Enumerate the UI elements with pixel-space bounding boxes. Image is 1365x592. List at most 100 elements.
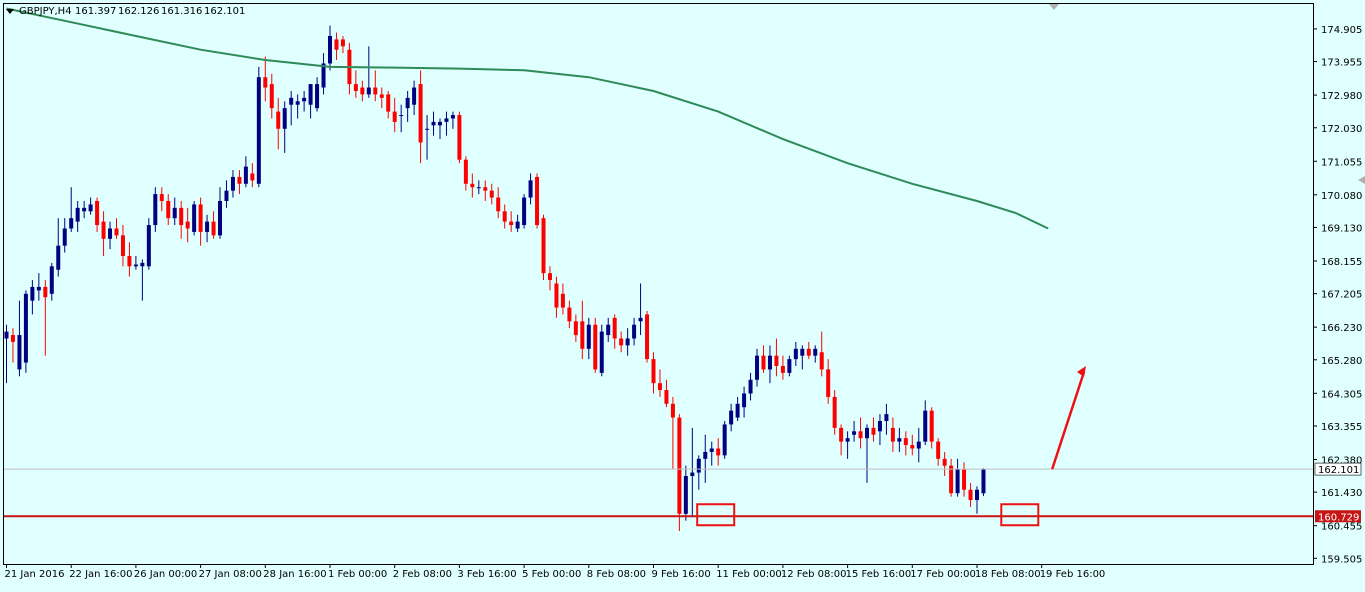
candle-body xyxy=(425,128,430,130)
y-tick-label: 170.080 xyxy=(1321,191,1362,202)
x-tick-label: 3 Feb 16:00 xyxy=(457,569,516,580)
candle xyxy=(981,468,986,497)
candle-body xyxy=(444,118,449,122)
candle-body xyxy=(237,176,242,184)
x-tick-label: 11 Feb 00:00 xyxy=(716,569,782,580)
candle-body xyxy=(282,108,287,129)
candle-body xyxy=(819,352,824,370)
candle-body xyxy=(114,228,119,236)
candle-body xyxy=(166,200,171,219)
candle-body xyxy=(962,469,967,490)
candle-body xyxy=(379,94,384,98)
candle-body xyxy=(560,293,565,308)
candle-body xyxy=(923,410,928,442)
support-level-label: 160.729 xyxy=(1318,512,1359,523)
x-tick-label: 18 Feb 08:00 xyxy=(975,569,1041,580)
candle-body xyxy=(612,317,617,339)
candle-body xyxy=(23,293,28,363)
candle-body xyxy=(813,348,818,356)
candle-body xyxy=(250,173,255,181)
candle-body xyxy=(709,448,714,452)
candle-body xyxy=(10,335,15,342)
candle-body xyxy=(399,115,404,117)
candle-body xyxy=(4,331,9,339)
candle-body xyxy=(146,225,151,267)
candle xyxy=(677,414,682,531)
candle-body xyxy=(211,221,216,236)
y-tick-label: 172.030 xyxy=(1321,124,1362,135)
candle-body xyxy=(606,324,611,336)
candle-body xyxy=(897,438,902,442)
ohlc-low: 161.316 xyxy=(161,6,202,17)
candle-body xyxy=(179,207,184,226)
candle-body xyxy=(573,321,578,336)
candle-body xyxy=(800,348,805,356)
candle-body xyxy=(17,335,22,370)
candle-body xyxy=(884,414,889,421)
candle-body xyxy=(651,359,656,384)
y-tick-label: 174.905 xyxy=(1321,25,1362,36)
candle-body xyxy=(645,314,650,360)
candle-body xyxy=(580,321,585,349)
y-tick-label: 169.130 xyxy=(1321,223,1362,234)
candle-body xyxy=(515,221,520,229)
price-chart[interactable]: 174.905 173.955 172.980 172.030 171.055 170.0… xyxy=(0,0,1365,588)
y-tick-label: 163.355 xyxy=(1321,422,1362,433)
current-price-label: 162.101 xyxy=(1318,465,1359,476)
candle-body xyxy=(767,355,772,370)
y-tick-label: 165.280 xyxy=(1321,356,1362,367)
candle-body xyxy=(198,204,203,232)
y-tick-label: 173.955 xyxy=(1321,58,1362,69)
candle-body xyxy=(340,39,345,47)
candle-body xyxy=(826,369,831,397)
x-tick-label: 27 Jan 08:00 xyxy=(199,569,262,580)
candle-body xyxy=(774,355,779,366)
x-tick-label: 8 Feb 08:00 xyxy=(587,569,646,580)
candle-body xyxy=(975,489,979,501)
y-tick-label: 161.430 xyxy=(1321,488,1362,499)
candle xyxy=(23,290,28,373)
candle-body xyxy=(224,190,229,201)
candle-body xyxy=(845,438,850,442)
candle-body xyxy=(670,403,675,418)
y-tick-label: 167.205 xyxy=(1321,290,1362,301)
candle-body xyxy=(677,417,682,514)
candle xyxy=(599,324,604,377)
candle-body xyxy=(457,115,462,160)
candle xyxy=(256,66,261,188)
candle-body xyxy=(755,355,760,380)
candle-body xyxy=(489,190,494,198)
candle-body xyxy=(839,427,844,442)
candle-body xyxy=(657,383,662,391)
candle-body xyxy=(315,84,320,109)
ohlc-close: 162.101 xyxy=(204,6,245,17)
candle-body xyxy=(108,228,113,239)
candle-body xyxy=(373,87,378,95)
candle-body xyxy=(780,365,785,373)
candle-body xyxy=(133,264,138,267)
candle-body xyxy=(949,465,954,494)
candle-body xyxy=(806,348,811,356)
y-tick-label: 164.305 xyxy=(1321,389,1362,400)
candle-body xyxy=(599,331,604,373)
candle-body xyxy=(192,204,197,232)
x-tick-label: 22 Jan 16:00 xyxy=(69,569,132,580)
candle-body xyxy=(476,187,481,189)
candle-body xyxy=(366,87,371,95)
candle-body xyxy=(910,445,915,449)
candle-body xyxy=(929,410,934,442)
candle-body xyxy=(858,431,863,439)
candle-body xyxy=(496,197,501,212)
candle-body xyxy=(101,221,106,239)
candle-body xyxy=(289,97,294,105)
chart-container[interactable]: 174.905 173.955 172.980 172.030 171.055 170.0… xyxy=(0,0,1365,588)
candle-body xyxy=(890,427,895,442)
candle-body xyxy=(871,427,876,435)
candle-body xyxy=(502,211,507,222)
candle-body xyxy=(263,77,268,88)
candle-body xyxy=(328,35,332,64)
ohlc-high: 162.126 xyxy=(118,6,159,17)
candle-body xyxy=(729,410,734,425)
candle-body xyxy=(903,438,908,446)
candle-body xyxy=(632,324,637,339)
